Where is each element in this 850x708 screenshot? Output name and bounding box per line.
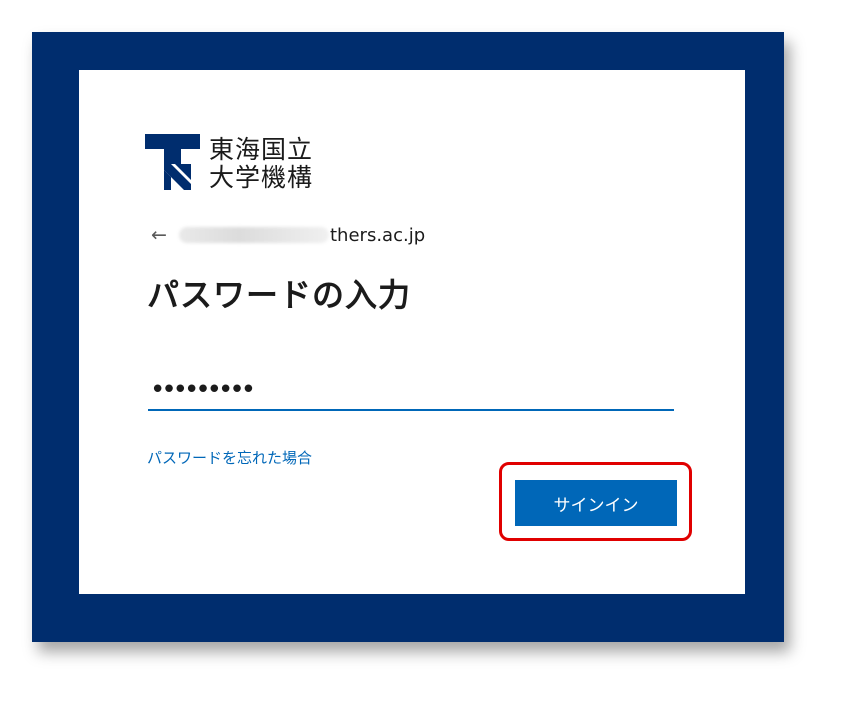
sign-in-card: 東海国立 大学機構 ← thers.ac.jp パスワードの入力 パスワードを忘…: [79, 70, 745, 594]
university-logo: 東海国立 大学機構: [145, 134, 313, 194]
account-domain: thers.ac.jp: [330, 224, 426, 246]
logo-mark-icon: [145, 134, 200, 190]
logo-line-1: 東海国立: [209, 135, 314, 164]
outer-frame: 東海国立 大学機構 ← thers.ac.jp パスワードの入力 パスワードを忘…: [32, 32, 784, 642]
redacted-username: [179, 227, 329, 243]
back-arrow-icon[interactable]: ←: [151, 224, 173, 246]
sign-in-button[interactable]: サインイン: [515, 480, 677, 526]
logo-text: 東海国立 大学機構: [209, 136, 313, 192]
logo-line-2: 大学機構: [209, 163, 314, 192]
forgot-password-link[interactable]: パスワードを忘れた場合: [147, 447, 312, 468]
page-title: パスワードの入力: [147, 276, 412, 314]
identity-row: ← thers.ac.jp: [151, 222, 425, 248]
password-field[interactable]: [148, 375, 674, 411]
